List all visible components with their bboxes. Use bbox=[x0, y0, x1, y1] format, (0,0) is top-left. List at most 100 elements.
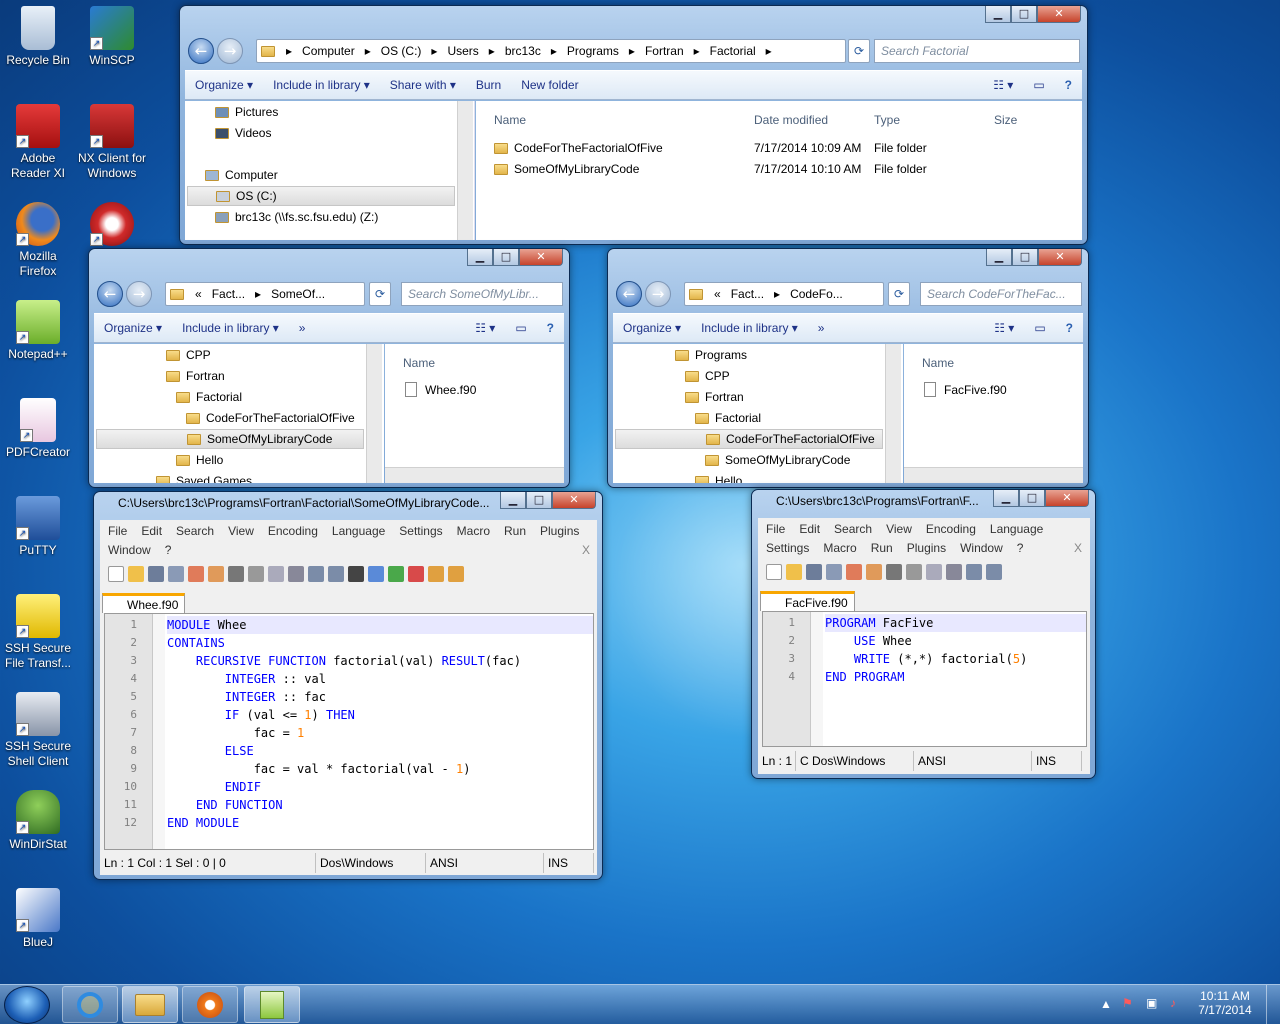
organize-button[interactable]: Organize ▾ bbox=[185, 78, 263, 92]
copy-icon[interactable] bbox=[926, 564, 942, 580]
file-row[interactable]: CodeForTheFactorialOfFive bbox=[494, 141, 663, 155]
tree-item-selected[interactable]: CodeForTheFactorialOfFive bbox=[615, 429, 883, 449]
menu-view[interactable]: View bbox=[228, 524, 254, 538]
desktop-icon-windirstat[interactable]: ↗ WinDirStat bbox=[0, 790, 76, 852]
close-all-icon[interactable] bbox=[208, 566, 224, 582]
cut-icon[interactable] bbox=[906, 564, 922, 580]
menu-window[interactable]: Window bbox=[108, 543, 151, 557]
breadcrumb-item[interactable]: Computer bbox=[297, 44, 360, 58]
open-file-icon[interactable] bbox=[128, 566, 144, 582]
menu-macro[interactable]: Macro bbox=[823, 541, 856, 555]
file-row[interactable]: FacFive.f90 bbox=[924, 382, 1007, 397]
cut-icon[interactable] bbox=[248, 566, 264, 582]
preview-pane-icon[interactable]: ▭ bbox=[1023, 78, 1054, 92]
taskbar-media-player[interactable] bbox=[182, 986, 238, 1023]
include-in-library-button[interactable]: Include in library ▾ bbox=[263, 78, 380, 92]
maximize-button[interactable]: □ bbox=[1012, 249, 1038, 266]
refresh-button[interactable]: ⟳ bbox=[848, 39, 870, 63]
column-header-name[interactable]: Name bbox=[494, 113, 526, 127]
show-hidden-icons-icon[interactable]: ▲ bbox=[1100, 997, 1112, 1011]
more-commands-button[interactable]: » bbox=[289, 321, 316, 335]
zoom-in-icon[interactable] bbox=[388, 566, 404, 582]
nav-scrollbar[interactable] bbox=[366, 344, 382, 483]
tree-item[interactable]: CodeForTheFactorialOfFive bbox=[186, 408, 355, 428]
redo-icon[interactable] bbox=[328, 566, 344, 582]
close-button[interactable]: ✕ bbox=[552, 492, 596, 509]
forward-button[interactable]: → bbox=[126, 281, 152, 307]
refresh-button[interactable]: ⟳ bbox=[369, 282, 391, 306]
tree-item-selected[interactable]: SomeOfMyLibraryCode bbox=[96, 429, 364, 449]
desktop-icon-bluej[interactable]: ↗ BlueJ bbox=[0, 888, 76, 950]
horizontal-scrollbar[interactable] bbox=[904, 467, 1083, 483]
tab-facfive-f90[interactable]: FacFive.f90 bbox=[760, 591, 855, 611]
forward-button[interactable]: → bbox=[217, 38, 243, 64]
explorer-window-codeforthefactorial[interactable]: ▁ □ ✕ ← → « Fact... ▸ CodeFo... ⟳ Search … bbox=[607, 248, 1089, 488]
nav-item-os-c[interactable]: OS (C:) bbox=[187, 186, 455, 206]
wrap-icon[interactable] bbox=[448, 566, 464, 582]
tree-item[interactable]: Hello bbox=[695, 471, 742, 483]
view-options-icon[interactable]: ☷ ▾ bbox=[465, 321, 505, 335]
save-icon[interactable] bbox=[806, 564, 822, 580]
taskbar-notepadpp[interactable] bbox=[244, 986, 300, 1023]
column-header-type[interactable]: Type bbox=[874, 113, 900, 127]
menu-language[interactable]: Language bbox=[332, 524, 385, 538]
print-icon[interactable] bbox=[228, 566, 244, 582]
close-document-icon[interactable]: X bbox=[582, 543, 590, 557]
close-all-icon[interactable] bbox=[866, 564, 882, 580]
address-bar[interactable]: « Fact... ▸ CodeFo... bbox=[684, 282, 884, 306]
nav-item-pictures[interactable]: Pictures bbox=[215, 102, 278, 122]
breadcrumb-item[interactable]: Fact... bbox=[726, 287, 769, 301]
desktop-icon-ssh-shell[interactable]: ↗ SSH Secure Shell Client bbox=[0, 692, 76, 769]
nav-scrollbar[interactable] bbox=[885, 344, 901, 483]
new-file-icon[interactable] bbox=[766, 564, 782, 580]
tree-item[interactable]: Fortran bbox=[166, 366, 225, 386]
notepadpp-window-facfive[interactable]: C:\Users\brc13c\Programs\Fortran\F... ▁ … bbox=[751, 489, 1096, 779]
back-button[interactable]: ← bbox=[616, 281, 642, 307]
desktop-icon-recycle-bin[interactable]: Recycle Bin bbox=[0, 6, 76, 68]
undo-icon[interactable] bbox=[966, 564, 982, 580]
horizontal-scrollbar[interactable] bbox=[385, 467, 564, 483]
minimize-button[interactable]: ▁ bbox=[993, 490, 1019, 507]
help-icon[interactable]: ? bbox=[537, 321, 564, 335]
menu-run[interactable]: Run bbox=[504, 524, 526, 538]
view-options-icon[interactable]: ☷ ▾ bbox=[984, 321, 1024, 335]
close-icon[interactable] bbox=[188, 566, 204, 582]
save-all-icon[interactable] bbox=[826, 564, 842, 580]
include-in-library-button[interactable]: Include in library ▾ bbox=[172, 321, 289, 335]
column-header-date[interactable]: Date modified bbox=[754, 113, 828, 127]
column-header-name[interactable]: Name bbox=[403, 356, 435, 370]
paste-icon[interactable] bbox=[288, 566, 304, 582]
breadcrumb-item[interactable]: brc13c bbox=[500, 44, 546, 58]
save-icon[interactable] bbox=[148, 566, 164, 582]
desktop-icon-putty[interactable]: ↗ PuTTY bbox=[0, 496, 76, 558]
menu-run[interactable]: Run bbox=[871, 541, 893, 555]
breadcrumb-item[interactable]: Fortran bbox=[640, 44, 689, 58]
new-file-icon[interactable] bbox=[108, 566, 124, 582]
close-button[interactable]: ✕ bbox=[1045, 490, 1089, 507]
nav-item-network-drive[interactable]: brc13c (\\fs.sc.fsu.edu) (Z:) bbox=[215, 207, 378, 227]
organize-button[interactable]: Organize ▾ bbox=[94, 321, 172, 335]
minimize-button[interactable]: ▁ bbox=[986, 249, 1012, 266]
save-all-icon[interactable] bbox=[168, 566, 184, 582]
minimize-button[interactable]: ▁ bbox=[985, 6, 1011, 23]
column-header-size[interactable]: Size bbox=[994, 113, 1017, 127]
more-commands-button[interactable]: » bbox=[808, 321, 835, 335]
desktop-icon-winscp[interactable]: ↗ WinSCP bbox=[74, 6, 150, 68]
minimize-button[interactable]: ▁ bbox=[500, 492, 526, 509]
tree-item[interactable]: Programs bbox=[675, 345, 747, 365]
file-row[interactable]: Whee.f90 bbox=[405, 382, 476, 397]
volume-muted-icon[interactable]: ♪ bbox=[1170, 996, 1176, 1010]
print-icon[interactable] bbox=[886, 564, 902, 580]
tree-item[interactable]: CPP bbox=[166, 345, 211, 365]
maximize-button[interactable]: □ bbox=[526, 492, 552, 509]
back-button[interactable]: ← bbox=[188, 38, 214, 64]
search-input[interactable]: Search SomeOfMyLibr... bbox=[401, 282, 563, 306]
desktop-icon-pdfcreator[interactable]: ↗ PDFCreator bbox=[0, 398, 76, 460]
address-bar[interactable]: « Fact... ▸ SomeOf... bbox=[165, 282, 365, 306]
preview-pane-icon[interactable]: ▭ bbox=[505, 321, 536, 335]
start-button[interactable] bbox=[4, 986, 50, 1024]
menu-window[interactable]: Window bbox=[960, 541, 1003, 555]
desktop-icon-notepadpp[interactable]: ↗ Notepad++ bbox=[0, 300, 76, 362]
menu-settings[interactable]: Settings bbox=[766, 541, 809, 555]
tree-item[interactable]: Fortran bbox=[685, 387, 744, 407]
